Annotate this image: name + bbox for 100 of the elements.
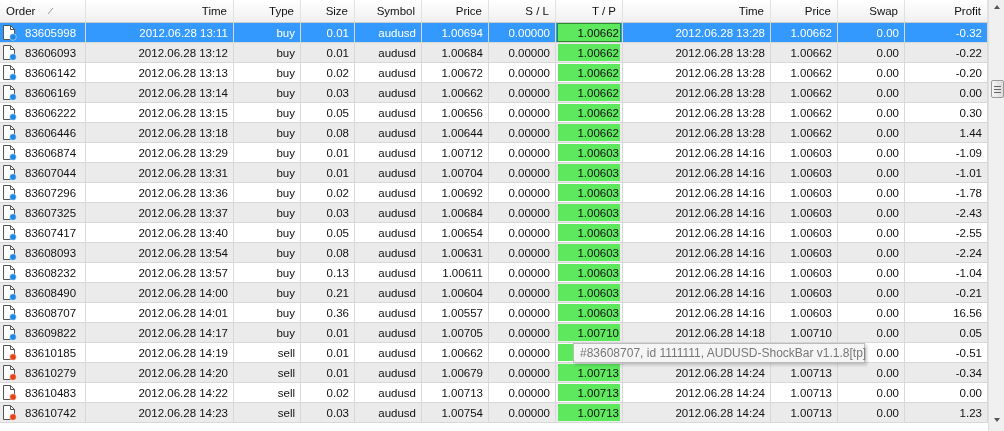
swap-cell: 0.00	[838, 83, 905, 102]
order-number: 83606222	[25, 106, 77, 119]
price-cell: 1.00684	[422, 203, 489, 222]
order-number: 83610742	[25, 406, 77, 419]
column-header[interactable]: T / P	[556, 0, 623, 22]
price-cell: 1.00662	[422, 83, 489, 102]
column-title: Time	[738, 5, 764, 17]
column-title: Swap	[869, 5, 898, 17]
price-cell: 1.00662	[771, 23, 838, 42]
price-cell: 1.00704	[422, 163, 489, 182]
column-header[interactable]: S / L	[489, 0, 556, 22]
take-profit-cell: 1.00662	[558, 124, 620, 141]
column-title: Type	[269, 5, 294, 17]
table-row[interactable]: 83610279 2012.06.28 14:20 sell 0.01 audusd 1.00679 0.00000 1.00713 2012.06.28 14:24 1.00713 0.00 -0.34	[0, 363, 988, 383]
column-header[interactable]: Price	[771, 0, 838, 22]
table-row[interactable]: 83607296 2012.06.28 13:36 buy 0.02 audusd 1.00692 0.00000 1.00603 2012.06.28 14:16 1.00603 0.00 -1.78	[0, 183, 988, 203]
price-cell: 1.00713	[771, 403, 838, 422]
type-cell: buy	[234, 323, 301, 342]
table-row[interactable]: 83606093 2012.06.28 13:12 buy 0.01 audusd 1.00684 0.00000 1.00662 2012.06.28 13:28 1.00662 0.00 -0.22	[0, 43, 988, 63]
time-cell: 2012.06.28 14:22	[86, 383, 234, 402]
take-profit-cell: 1.00662	[558, 44, 620, 61]
time-cell: 2012.06.28 14:16	[623, 183, 771, 202]
time-cell: 2012.06.28 14:16	[623, 303, 771, 322]
time-cell: 2012.06.28 13:12	[86, 43, 234, 62]
column-header[interactable]: Time	[623, 0, 771, 22]
column-header[interactable]: Symbol	[355, 0, 422, 22]
table-row[interactable]: 83606446 2012.06.28 13:18 buy 0.08 audusd 1.00644 0.00000 1.00662 2012.06.28 13:28 1.00662 0.00 1.44	[0, 123, 988, 143]
time-cell: 2012.06.28 14:16	[623, 223, 771, 242]
symbol-cell: audusd	[355, 83, 422, 102]
scrollbar[interactable]	[988, 0, 1004, 431]
price-cell: 1.00603	[771, 303, 838, 322]
type-cell: buy	[234, 223, 301, 242]
price-cell: 1.00684	[422, 43, 489, 62]
symbol-cell: audusd	[355, 123, 422, 142]
column-header[interactable]: Swap	[838, 0, 905, 22]
price-cell: 1.00644	[422, 123, 489, 142]
symbol-cell: audusd	[355, 63, 422, 82]
time-cell: 2012.06.28 13:28	[623, 63, 771, 82]
price-cell: 1.00603	[771, 163, 838, 182]
take-profit-cell: 1.00662	[558, 64, 620, 81]
price-cell: 1.00705	[422, 323, 489, 342]
time-cell: 2012.06.28 13:40	[86, 223, 234, 242]
scrollbar-thumb[interactable]	[990, 80, 1004, 98]
table-row[interactable]: 83608490 2012.06.28 14:00 buy 0.21 audusd 1.00604 0.00000 1.00603 2012.06.28 14:16 1.00603 0.00 -0.21	[0, 283, 988, 303]
table-row[interactable]: 83607325 2012.06.28 13:37 buy 0.03 audusd 1.00684 0.00000 1.00603 2012.06.28 14:16 1.00603 0.00 -2.43	[0, 203, 988, 223]
price-cell: 1.00656	[422, 103, 489, 122]
time-cell: 2012.06.28 13:28	[623, 103, 771, 122]
table-row[interactable]: 83610483 2012.06.28 14:22 sell 0.02 audusd 1.00713 0.00000 1.00713 2012.06.28 14:24 1.00713 0.00 0.00	[0, 383, 988, 403]
size-cell: 0.01	[301, 143, 355, 162]
price-cell: 1.00631	[422, 243, 489, 262]
take-profit-cell: 1.00603	[558, 304, 620, 321]
price-cell: 1.00603	[771, 203, 838, 222]
stop-loss-cell: 0.00000	[489, 223, 556, 242]
table-row[interactable]: 83606169 2012.06.28 13:14 buy 0.03 audusd 1.00662 0.00000 1.00662 2012.06.28 13:28 1.00662 0.00 0.00	[0, 83, 988, 103]
column-header[interactable]: Time	[86, 0, 234, 22]
symbol-cell: audusd	[355, 23, 422, 42]
time-cell: 2012.06.28 14:20	[86, 363, 234, 382]
price-cell: 1.00603	[771, 223, 838, 242]
size-cell: 0.05	[301, 103, 355, 122]
table-row[interactable]: 83607044 2012.06.28 13:31 buy 0.01 audusd 1.00704 0.00000 1.00603 2012.06.28 14:16 1.00603 0.00 -1.01	[0, 163, 988, 183]
time-cell: 2012.06.28 13:37	[86, 203, 234, 222]
column-header[interactable]: Type	[234, 0, 301, 22]
type-cell: sell	[234, 363, 301, 382]
type-cell: buy	[234, 183, 301, 202]
order-number: 83607044	[25, 166, 77, 179]
swap-cell: 0.00	[838, 283, 905, 302]
type-cell: sell	[234, 383, 301, 402]
symbol-cell: audusd	[355, 243, 422, 262]
column-title: T / P	[591, 5, 616, 17]
column-header[interactable]: Order	[0, 0, 86, 22]
column-title: Time	[201, 5, 227, 17]
table-row[interactable]: 83608093 2012.06.28 13:54 buy 0.08 audusd 1.00631 0.00000 1.00603 2012.06.28 14:16 1.00603 0.00 -2.24	[0, 243, 988, 263]
symbol-cell: audusd	[355, 383, 422, 402]
order-number: 83610185	[25, 346, 77, 359]
table-row[interactable]: 83605998 2012.06.28 13:11 buy 0.01 audusd 1.00694 0.00000 1.00662 2012.06.28 13:28 1.00662 0.00 -0.32	[0, 23, 988, 43]
time-cell: 2012.06.28 14:01	[86, 303, 234, 322]
stop-loss-cell: 0.00000	[489, 103, 556, 122]
swap-cell: 0.00	[838, 223, 905, 242]
size-cell: 0.36	[301, 303, 355, 322]
time-cell: 2012.06.28 13:54	[86, 243, 234, 262]
column-header[interactable]: Size	[301, 0, 355, 22]
type-cell: buy	[234, 303, 301, 322]
table-row[interactable]: 83608707 2012.06.28 14:01 buy 0.36 audusd 1.00557 0.00000 1.00603 2012.06.28 14:16 1.00603 0.00 16.56	[0, 303, 988, 323]
stop-loss-cell: 0.00000	[489, 183, 556, 202]
swap-cell: 0.00	[838, 123, 905, 142]
size-cell: 0.02	[301, 383, 355, 402]
table-row[interactable]: 83607417 2012.06.28 13:40 buy 0.05 audusd 1.00654 0.00000 1.00603 2012.06.28 14:16 1.00603 0.00 -2.55	[0, 223, 988, 243]
table-row[interactable]: 83606222 2012.06.28 13:15 buy 0.05 audusd 1.00656 0.00000 1.00662 2012.06.28 13:28 1.00662 0.00 0.30	[0, 103, 988, 123]
swap-cell: 0.00	[838, 303, 905, 322]
stop-loss-cell: 0.00000	[489, 263, 556, 282]
table-row[interactable]: 83608232 2012.06.28 13:57 buy 0.13 audusd 1.00611 0.00000 1.00603 2012.06.28 14:16 1.00603 0.00 -1.04	[0, 263, 988, 283]
column-title: Price	[804, 5, 831, 17]
take-profit-cell: 1.00603	[558, 264, 620, 281]
table-row[interactable]: 83606874 2012.06.28 13:29 buy 0.01 audusd 1.00712 0.00000 1.00603 2012.06.28 14:16 1.00603 0.00 -1.09	[0, 143, 988, 163]
table-row[interactable]: 83610742 2012.06.28 14:23 sell 0.03 audusd 1.00754 0.00000 1.00713 2012.06.28 14:24 1.00713 0.00 1.23	[0, 403, 988, 423]
column-header[interactable]: Price	[422, 0, 489, 22]
table-row[interactable]: 83606142 2012.06.28 13:13 buy 0.02 audusd 1.00672 0.00000 1.00662 2012.06.28 13:28 1.00662 0.00 -0.20	[0, 63, 988, 83]
table-row[interactable]: 83609822 2012.06.28 14:17 buy 0.01 audusd 1.00705 0.00000 1.00710 2012.06.28 14:18 1.00710 0.00 0.05	[0, 323, 988, 343]
take-profit-cell: 1.00662	[558, 104, 620, 121]
take-profit-cell: 1.00603	[558, 204, 620, 221]
